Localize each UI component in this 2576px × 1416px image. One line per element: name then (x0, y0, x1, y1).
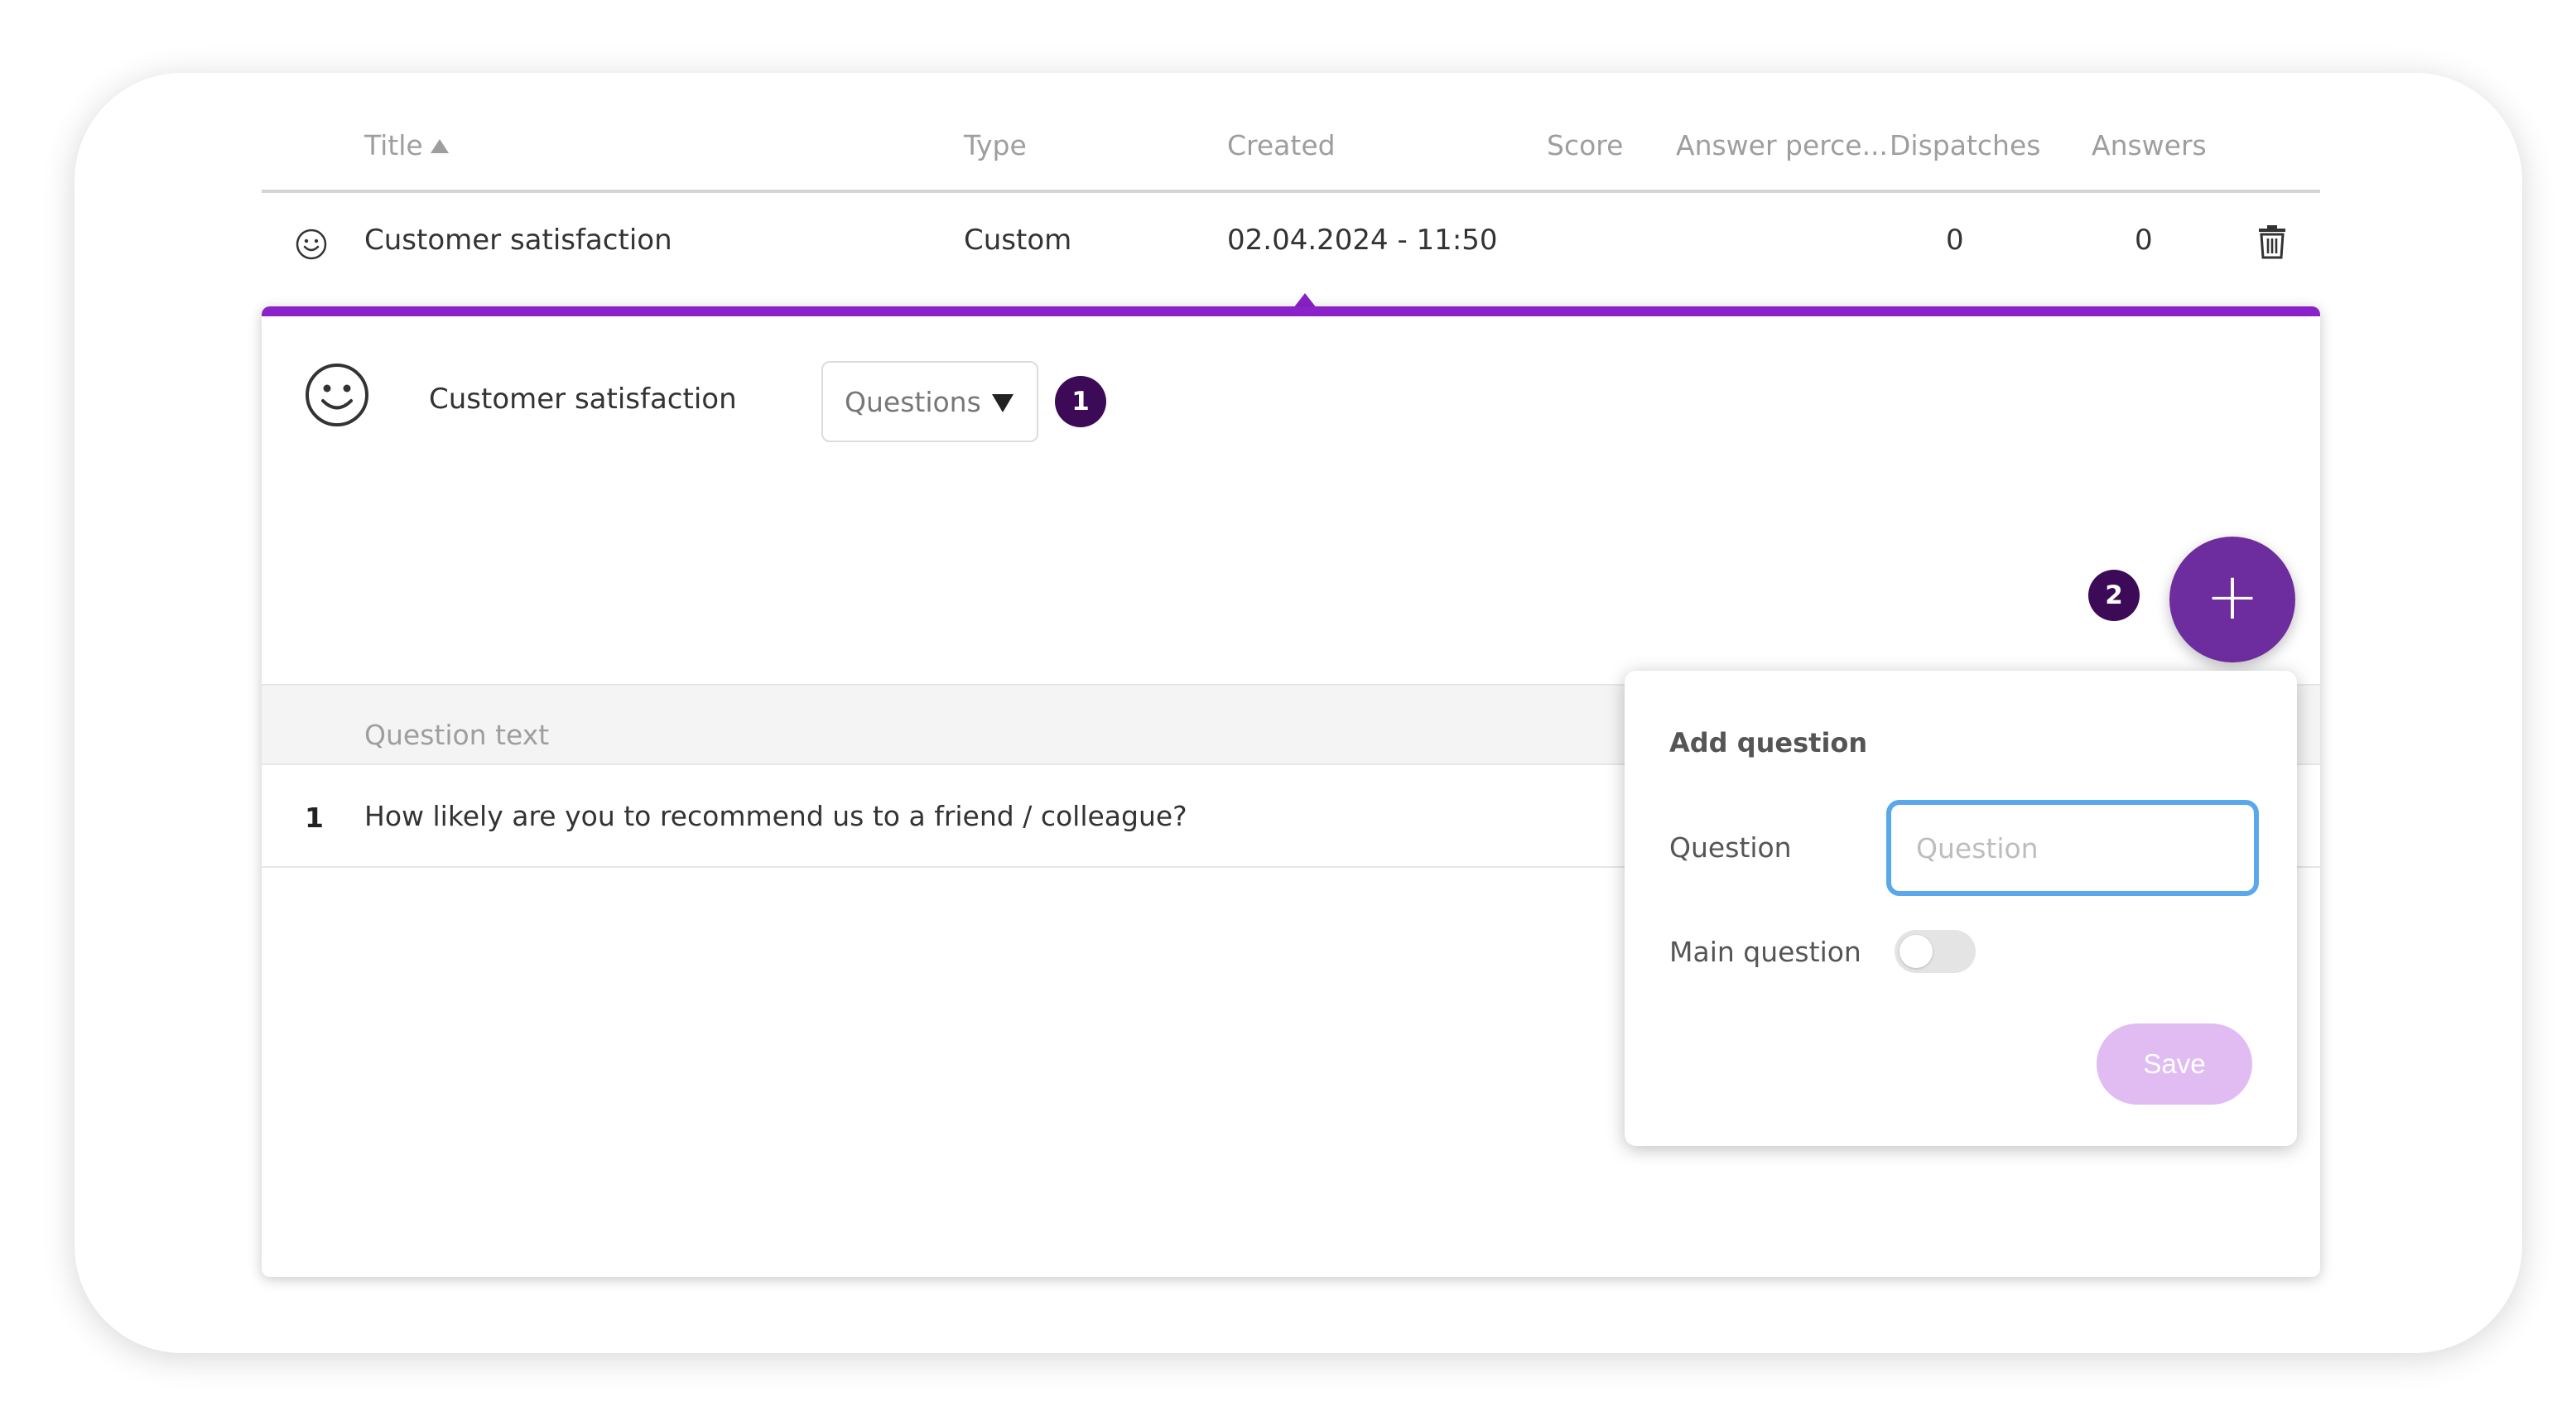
caret-down-icon (992, 394, 1014, 412)
trash-icon[interactable] (2256, 222, 2289, 260)
question-input[interactable] (1886, 800, 2259, 896)
main-question-label: Main question (1669, 936, 1861, 968)
main-question-toggle[interactable] (1895, 930, 1976, 973)
row-created: 02.04.2024 - 11:50 (1227, 224, 1498, 257)
view-select-dropdown[interactable]: Questions (821, 361, 1038, 442)
add-question-popover: Add question Question Main question Save (1625, 671, 2297, 1146)
column-header-created[interactable]: Created (1227, 129, 1336, 161)
toggle-knob (1899, 935, 1933, 968)
row-dispatches: 0 (1946, 224, 1964, 257)
panel-title: Customer satisfaction (429, 383, 737, 416)
column-header-dispatches[interactable]: Dispatches (1890, 129, 2040, 161)
step-badge-1: 1 (1055, 376, 1106, 427)
column-header-question-text: Question text (364, 719, 550, 751)
add-question-button[interactable]: + (2169, 537, 2295, 662)
sort-ascending-icon[interactable] (431, 139, 449, 153)
smiley-icon (306, 364, 368, 426)
question-number: 1 (305, 802, 324, 834)
column-header-answers[interactable]: Answers (2092, 129, 2207, 161)
question-field-label: Question (1669, 831, 1792, 864)
save-button[interactable]: Save (2097, 1023, 2252, 1105)
column-header-answer-percentage[interactable]: Answer perce... (1676, 129, 1888, 161)
step-badge-2: 2 (2088, 570, 2140, 621)
row-type: Custom (964, 224, 1072, 257)
row-answers: 0 (2135, 224, 2153, 257)
question-text: How likely are you to recommend us to a … (364, 800, 1187, 832)
smiley-icon (296, 229, 327, 260)
row-title: Customer satisfaction (364, 224, 672, 257)
column-header-score[interactable]: Score (1547, 129, 1623, 161)
column-header-title[interactable]: Title (364, 129, 423, 161)
header-divider (262, 190, 2320, 193)
column-header-type[interactable]: Type (964, 129, 1027, 161)
popover-title: Add question (1669, 727, 1868, 759)
view-select-value: Questions (845, 386, 981, 418)
